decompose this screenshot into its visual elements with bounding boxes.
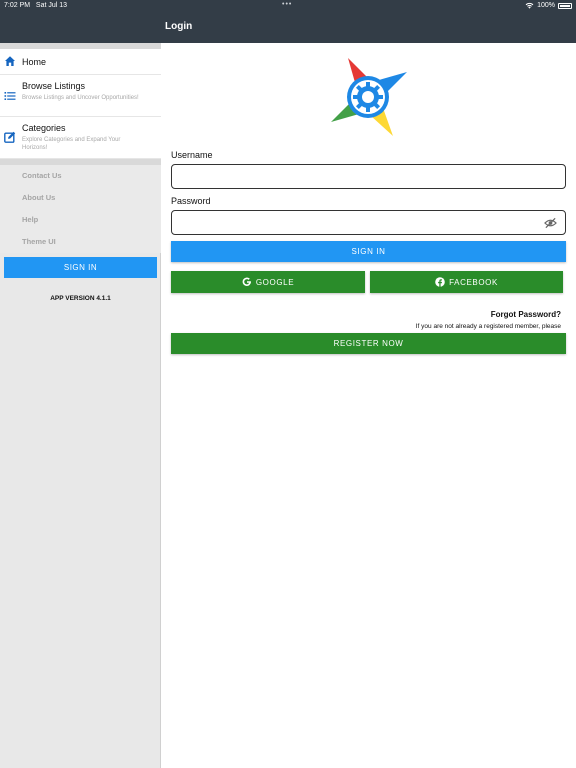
register-now-button[interactable]: REGISTER NOW xyxy=(171,333,566,354)
sidebar-link-contact-us[interactable]: Contact Us xyxy=(0,165,161,187)
sidebar-item-label: Browse Listings xyxy=(22,81,86,91)
sign-in-button[interactable]: SIGN IN xyxy=(171,241,566,262)
app-logo xyxy=(323,52,413,142)
status-right: 100% xyxy=(525,2,572,9)
multitask-dots-icon[interactable]: ••• xyxy=(282,1,292,8)
facebook-button-label: FACEBOOK xyxy=(449,277,498,287)
register-note: If you are not already a registered memb… xyxy=(415,323,561,330)
username-field[interactable] xyxy=(171,164,566,189)
facebook-icon xyxy=(435,277,445,287)
sidebar-item-subtitle: Explore Categories and Expand Your Horiz… xyxy=(22,137,121,151)
home-icon xyxy=(5,56,15,66)
sidebar-item-browse-listings[interactable]: Browse Listings Browse Listings and Unco… xyxy=(0,75,161,117)
sidebar-links: Contact Us About Us Help Theme UI xyxy=(0,165,161,253)
google-icon xyxy=(242,277,251,286)
sidebar-item-label: Categories xyxy=(22,123,66,133)
sidebar-menu: Home Browse Listings Browse Listings and… xyxy=(0,49,161,253)
sidebar-item-home[interactable]: Home xyxy=(0,49,161,75)
list-icon xyxy=(4,92,16,100)
sidebar-item-categories[interactable]: Categories Explore Categories and Expand… xyxy=(0,117,161,159)
sidebar-link-theme-ui[interactable]: Theme UI xyxy=(0,231,161,253)
password-label: Password xyxy=(171,196,211,206)
eye-off-icon[interactable] xyxy=(544,217,557,229)
username-label: Username xyxy=(171,150,213,160)
sign-in-button-label: SIGN IN xyxy=(351,247,386,256)
status-time: 7:02 PM Sat Jul 13 xyxy=(4,2,68,9)
forgot-password-link[interactable]: Forgot Password? xyxy=(491,310,561,319)
sidebar-link-about-us[interactable]: About Us xyxy=(0,187,161,209)
sidebar-sign-in-button[interactable]: SIGN IN xyxy=(4,257,157,278)
wifi-icon xyxy=(525,2,534,9)
page-title: Login xyxy=(165,21,193,32)
sidebar-item-subtitle: Browse Listings and Uncover Opportunitie… xyxy=(22,95,139,101)
battery-percent: 100% xyxy=(537,2,555,9)
battery-icon xyxy=(558,2,572,9)
status-bar: 7:02 PM Sat Jul 13 ••• 100% xyxy=(0,0,576,12)
facebook-sign-in-button[interactable]: FACEBOOK xyxy=(370,271,563,293)
status-date: Sat Jul 13 xyxy=(35,2,68,9)
google-button-label: GOOGLE xyxy=(255,277,295,287)
register-button-label: REGISTER NOW xyxy=(333,339,404,348)
sidebar-item-label: Home xyxy=(22,57,47,67)
sidebar: Home Browse Listings Browse Listings and… xyxy=(0,0,161,768)
google-sign-in-button[interactable]: GOOGLE xyxy=(171,271,365,293)
app-version: APP VERSION 4.1.1 xyxy=(50,295,111,302)
edit-icon xyxy=(4,131,16,143)
password-field[interactable] xyxy=(171,210,566,235)
sidebar-link-help[interactable]: Help xyxy=(0,209,161,231)
